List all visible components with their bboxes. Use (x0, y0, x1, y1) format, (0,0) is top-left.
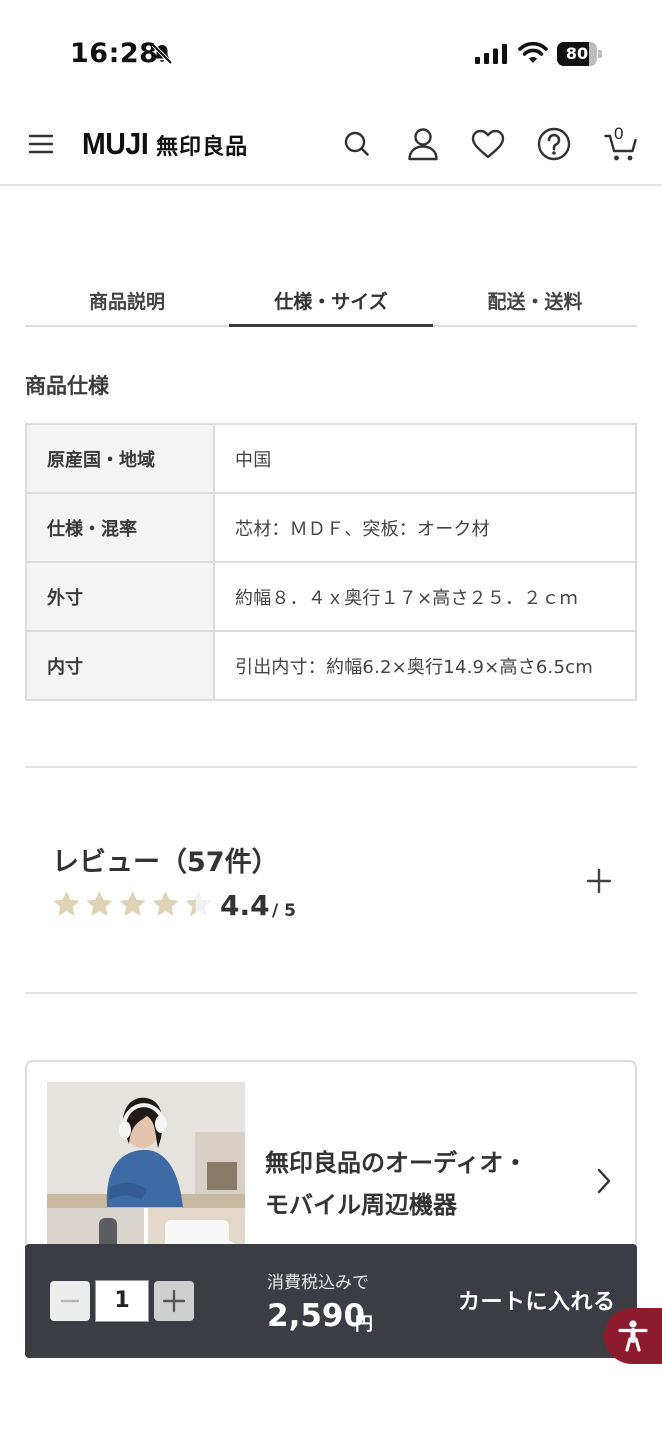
chevron-right-icon (597, 1168, 611, 1194)
status-time: 16:28 (70, 38, 159, 69)
minus-icon (60, 1299, 80, 1303)
hamburger-menu-icon[interactable] (21, 124, 61, 164)
divider (25, 992, 637, 994)
product-tabs: 商品説明 仕様・サイズ 配送・送料 (25, 275, 637, 327)
banner-line-2: モバイル周辺機器 (265, 1191, 457, 1219)
rating-value: 4.4 (220, 889, 270, 922)
tax-included-label: 消費税込みで (267, 1273, 369, 1293)
battery-indicator: 80 (557, 42, 603, 66)
signal-icon (475, 44, 507, 64)
account-icon[interactable] (403, 124, 443, 164)
spec-value: 引出内寸：約幅6.2×奥行14.9×高さ6.5cm (213, 630, 637, 701)
cart-count-badge: 0 (614, 124, 624, 143)
star-icon (152, 891, 179, 916)
spec-value: 中国 (213, 423, 637, 494)
spec-value: 約幅８．４ｘ奥行１７×高さ２５．２ｃｍ (213, 561, 637, 632)
tab-shipping[interactable]: 配送・送料 (433, 275, 637, 325)
battery-level: 80 (565, 44, 589, 63)
divider (25, 766, 637, 768)
wifi-icon (518, 41, 548, 63)
table-row: 仕様・混率 芯材：ＭＤＦ、突板：オーク材 (25, 492, 637, 563)
muji-logo[interactable]: MUJI 無印良品 (82, 126, 248, 162)
currency-unit: 円 (355, 1314, 373, 1335)
spec-key: 内寸 (25, 630, 215, 701)
price: 2,590 (267, 1298, 366, 1334)
tab-specs-size[interactable]: 仕様・サイズ (229, 275, 433, 327)
add-to-cart-bar: 1 消費税込みで 2,590 円 カートに入れる (25, 1244, 637, 1358)
accessibility-icon (618, 1320, 648, 1352)
search-icon[interactable] (337, 124, 377, 164)
table-row: 外寸 約幅８．４ｘ奥行１７×高さ２５．２ｃｍ (25, 561, 637, 632)
spec-key: 外寸 (25, 561, 215, 632)
cart-icon[interactable]: 0 (600, 124, 644, 164)
accessibility-button[interactable] (604, 1308, 662, 1364)
add-to-cart-button[interactable]: カートに入れる (458, 1284, 616, 1316)
bell-muted-icon (151, 43, 173, 65)
star-icon (53, 891, 80, 916)
star-icon (119, 891, 146, 916)
site-header: MUJI 無印良品 0 (0, 108, 662, 186)
spec-key: 仕様・混率 (25, 492, 215, 563)
quantity-input[interactable]: 1 (95, 1280, 149, 1322)
help-icon[interactable] (534, 124, 574, 164)
banner-line-1: 無印良品のオーディオ・ (265, 1149, 528, 1177)
spec-value: 芯材：ＭＤＦ、突板：オーク材 (213, 492, 637, 563)
table-row: 原産国・地域 中国 (25, 423, 637, 494)
star-icon (185, 891, 212, 916)
review-title[interactable]: レビュー（57件） (52, 840, 279, 879)
tab-description[interactable]: 商品説明 (25, 275, 229, 325)
quantity-decrease-button[interactable] (50, 1281, 90, 1321)
rating-max: / 5 (272, 901, 296, 921)
star-icon (86, 891, 113, 916)
status-bar: 16:28 80 (0, 0, 662, 100)
spec-key: 原産国・地域 (25, 423, 215, 494)
specs-title: 商品仕様 (25, 374, 109, 398)
heart-favorite-icon[interactable] (468, 124, 508, 164)
table-row: 内寸 引出内寸：約幅6.2×奥行14.9×高さ6.5cm (25, 630, 637, 701)
spec-table: 原産国・地域 中国 仕様・混率 芯材：ＭＤＦ、突板：オーク材 外寸 約幅８．４ｘ… (25, 423, 637, 701)
plus-icon (162, 1289, 186, 1313)
rating-stars (52, 890, 213, 919)
expand-plus-icon[interactable] (584, 866, 614, 896)
quantity-increase-button[interactable] (154, 1281, 194, 1321)
banner-text: 無印良品のオーディオ・ モバイル周辺機器 (265, 1142, 527, 1226)
